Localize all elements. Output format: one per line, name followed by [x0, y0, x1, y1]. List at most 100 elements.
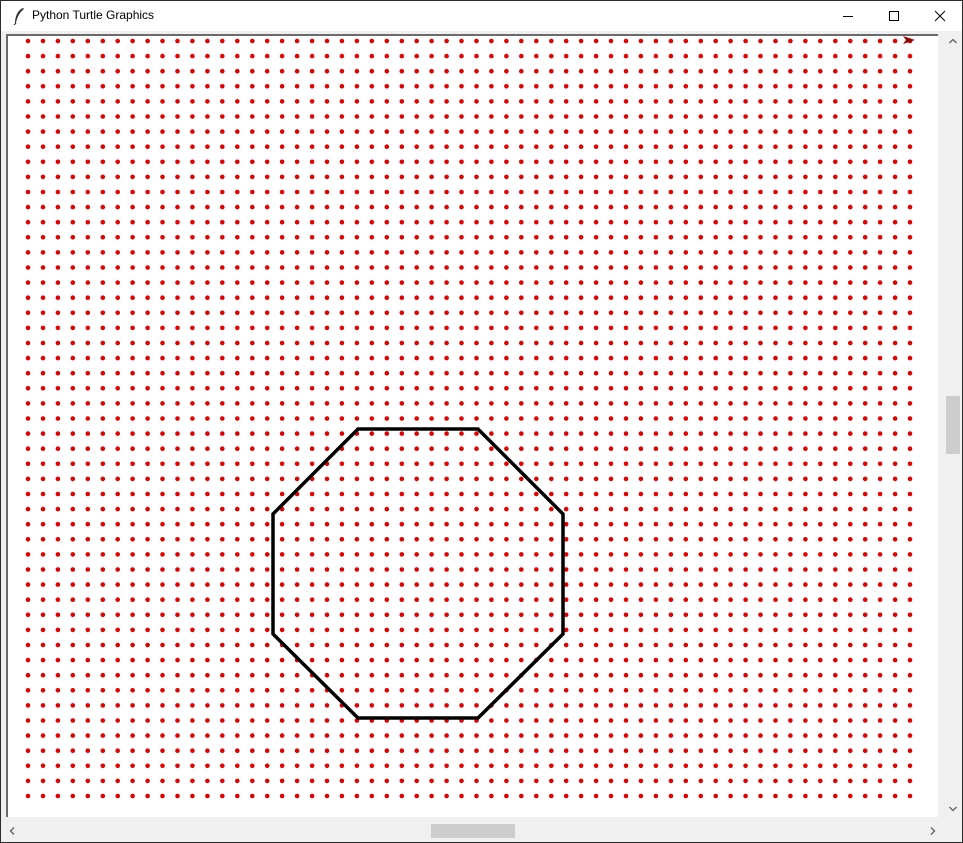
- grid-dot: [758, 778, 763, 784]
- grid-dot: [653, 461, 659, 467]
- grid-dot: [160, 144, 165, 149]
- grid-dot: [788, 627, 793, 633]
- grid-dot: [578, 521, 584, 527]
- grid-dot: [175, 491, 180, 497]
- grid-dot: [833, 793, 838, 799]
- grid-dot: [429, 204, 434, 210]
- grid-dot: [309, 325, 315, 331]
- grid-dot: [504, 84, 509, 89]
- grid-dot: [145, 355, 150, 361]
- grid-dot: [235, 461, 240, 467]
- grid-dot: [25, 552, 31, 557]
- grid-dot: [638, 612, 644, 618]
- grid-dot: [638, 657, 644, 663]
- scroll-left-button[interactable]: [5, 824, 19, 838]
- grid-dot: [474, 672, 479, 678]
- grid-dot: [862, 174, 868, 180]
- grid-dot: [743, 672, 748, 678]
- grid-dot: [758, 325, 763, 331]
- grid-dot: [235, 778, 240, 784]
- grid-dot: [638, 325, 644, 331]
- grid-dot: [40, 567, 46, 572]
- grid-dot: [429, 446, 434, 452]
- grid-dot: [220, 672, 225, 678]
- grid-dot: [250, 295, 255, 301]
- grid-dot: [758, 219, 763, 225]
- close-button[interactable]: [917, 1, 963, 30]
- grid-dot: [653, 703, 659, 708]
- grid-dot: [683, 250, 689, 255]
- grid-dot: [160, 235, 165, 240]
- grid-dot: [160, 159, 165, 165]
- grid-dot: [40, 476, 46, 482]
- grid-dot: [504, 416, 509, 421]
- grid-dot: [549, 401, 554, 406]
- grid-dot: [324, 733, 330, 738]
- grid-dot: [773, 778, 778, 784]
- grid-dot: [638, 129, 644, 134]
- grid-dot: [683, 537, 689, 542]
- grid-dot: [444, 748, 449, 753]
- grid-dot: [743, 99, 748, 104]
- grid-dot: [489, 748, 494, 753]
- grid-dot: [115, 386, 120, 391]
- grid-dot: [55, 68, 61, 74]
- grid-dot: [324, 431, 330, 436]
- grid-dot: [459, 219, 464, 225]
- grid-dot: [877, 114, 883, 119]
- grid-dot: [519, 144, 524, 149]
- grid-dot: [608, 763, 614, 769]
- grid-dot: [279, 461, 285, 467]
- grid-dot: [130, 38, 135, 44]
- grid-dot: [713, 174, 718, 180]
- horizontal-scroll-thumb[interactable]: [431, 824, 515, 838]
- grid-dot: [608, 718, 614, 723]
- grid-dot: [369, 38, 375, 44]
- grid-dot: [668, 250, 674, 255]
- title-bar[interactable]: Python Turtle Graphics: [1, 1, 962, 31]
- grid-dot: [877, 476, 883, 482]
- grid-dot: [504, 325, 509, 331]
- turtle-canvas[interactable]: [6, 34, 938, 817]
- grid-dot: [638, 521, 644, 527]
- grid-dot: [788, 793, 793, 799]
- grid-dot: [758, 295, 763, 301]
- grid-dot: [862, 718, 868, 723]
- grid-dot: [115, 778, 120, 784]
- grid-dot: [668, 340, 674, 346]
- horizontal-scrollbar[interactable]: [1, 821, 944, 841]
- grid-dot: [593, 446, 599, 452]
- grid-dot: [264, 250, 270, 255]
- vertical-scroll-thumb[interactable]: [946, 396, 960, 454]
- grid-dot: [309, 597, 315, 602]
- grid-dot: [803, 144, 808, 149]
- grid-dot: [264, 401, 270, 406]
- grid-dot: [175, 688, 180, 693]
- grid-dot: [788, 612, 793, 618]
- scroll-down-button[interactable]: [946, 802, 960, 816]
- grid-dot: [773, 204, 778, 210]
- grid-dot: [683, 476, 689, 482]
- grid-dot: [534, 310, 539, 316]
- minimize-button[interactable]: [825, 1, 871, 30]
- grid-dot: [803, 703, 808, 708]
- grid-dot: [429, 38, 434, 44]
- grid-dot: [608, 325, 614, 331]
- vertical-scrollbar[interactable]: [944, 32, 962, 818]
- grid-dot: [907, 99, 913, 104]
- grid-dot: [190, 521, 195, 527]
- grid-dot: [519, 521, 524, 527]
- grid-dot: [70, 537, 76, 542]
- scroll-right-button[interactable]: [926, 824, 940, 838]
- grid-dot: [175, 416, 180, 421]
- grid-dot: [85, 370, 91, 376]
- grid-dot: [713, 340, 718, 346]
- scroll-up-button[interactable]: [946, 34, 960, 48]
- grid-dot: [848, 99, 853, 104]
- grid-dot: [698, 250, 704, 255]
- grid-dot: [220, 280, 225, 285]
- grid-dot: [758, 567, 763, 572]
- maximize-button[interactable]: [871, 1, 917, 30]
- grid-dot: [653, 174, 659, 180]
- grid-dot: [713, 657, 718, 663]
